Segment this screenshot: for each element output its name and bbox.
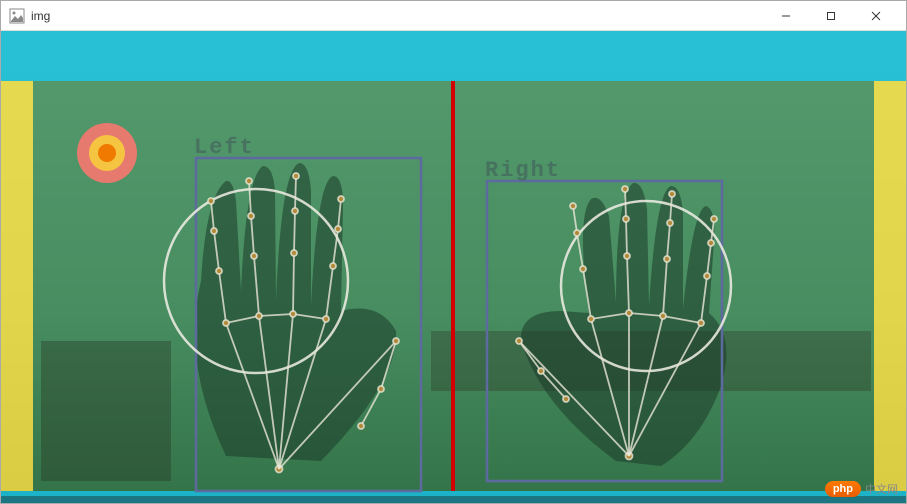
- watermark: php 中文网: [825, 481, 898, 497]
- overlay-bar-top: [1, 31, 906, 81]
- right-hand-label: Right: [485, 158, 561, 183]
- room-furnishing-2: [41, 341, 171, 481]
- titlebar[interactable]: img: [1, 1, 906, 31]
- app-window: img: [0, 0, 907, 504]
- close-button[interactable]: [853, 1, 898, 30]
- window-controls: [763, 1, 898, 30]
- record-marker-icon: [77, 123, 137, 183]
- left-hand-label: Left: [194, 135, 255, 160]
- image-viewport: Left: [1, 31, 906, 503]
- watermark-pill: php: [825, 481, 861, 497]
- minimize-button[interactable]: [763, 1, 808, 30]
- app-icon: [9, 8, 25, 24]
- watermark-text: 中文网: [865, 481, 898, 497]
- bottom-trim: [1, 496, 906, 503]
- overlay-bar-right: [874, 81, 906, 491]
- overlay-bar-left: [1, 81, 33, 491]
- maximize-button[interactable]: [808, 1, 853, 30]
- window-title: img: [31, 9, 763, 23]
